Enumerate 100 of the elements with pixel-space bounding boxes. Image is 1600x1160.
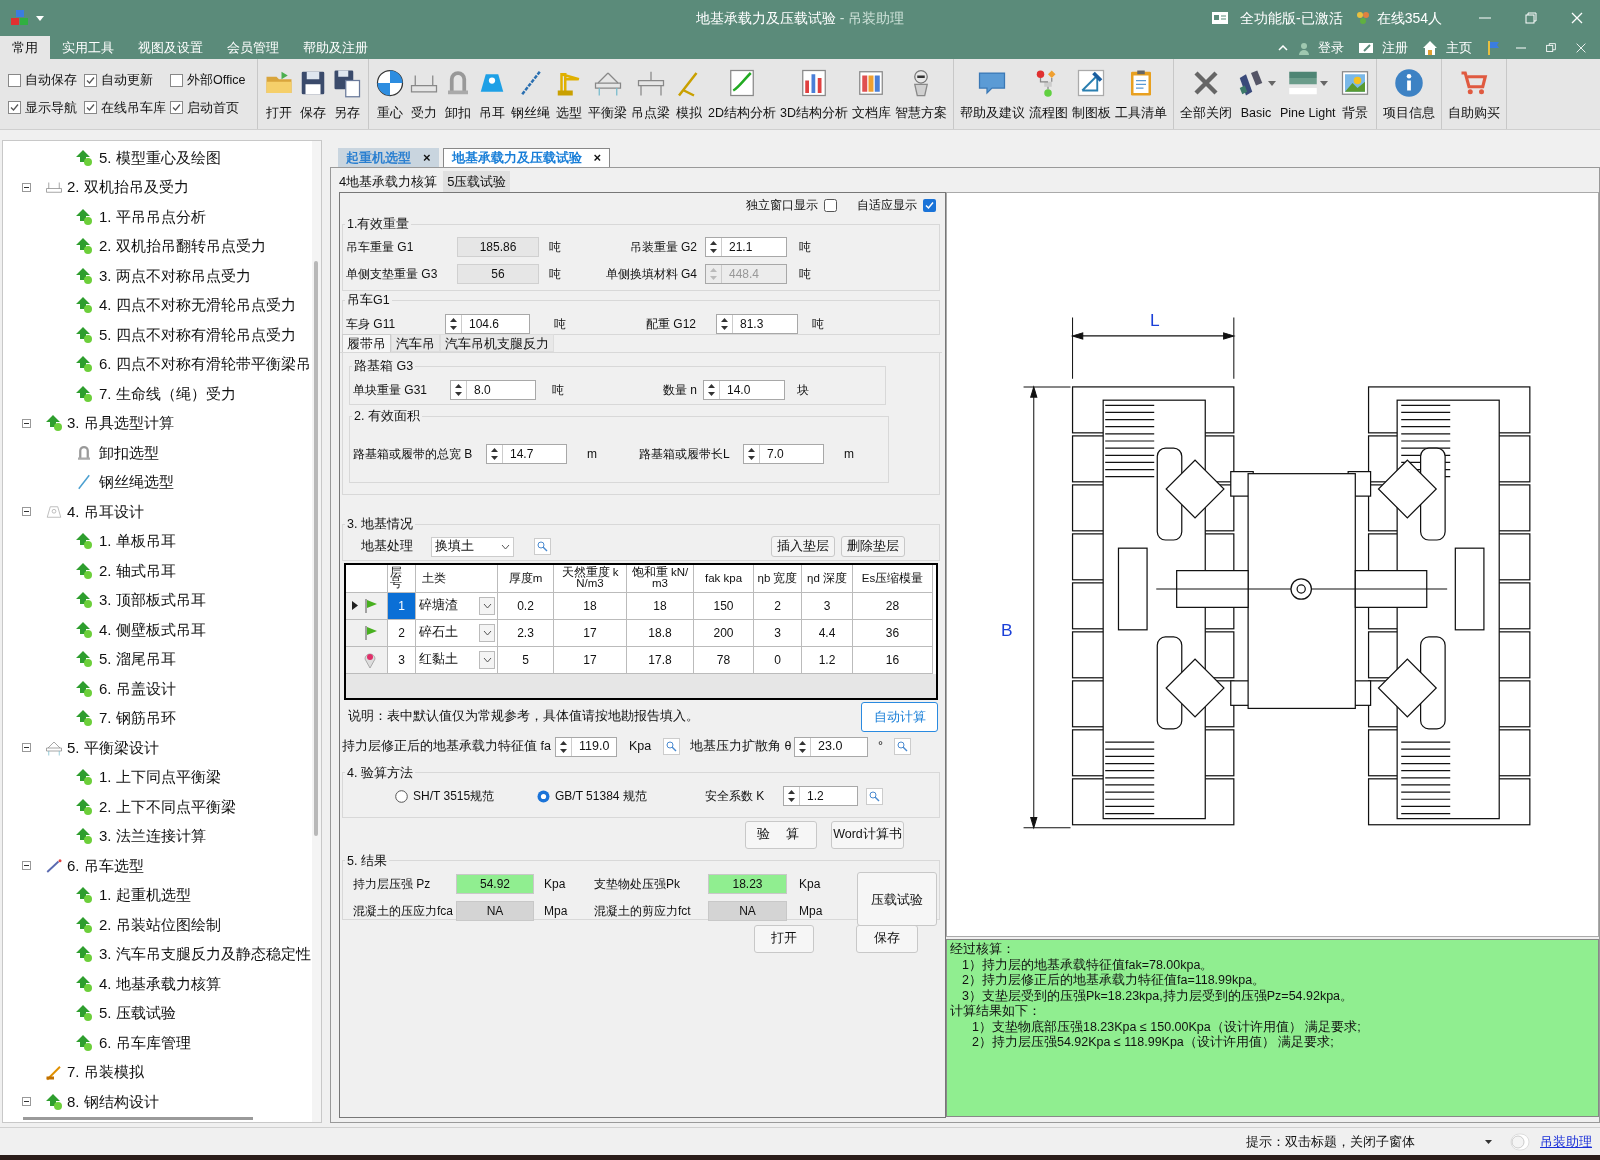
checkbox[interactable]: [824, 198, 837, 212]
ribbon-button[interactable]: 2D结构分析: [706, 59, 778, 129]
lookup-button[interactable]: [663, 738, 680, 755]
document-tab[interactable]: 地基承载力及压载试验 ×: [442, 148, 611, 167]
tree-item[interactable]: 3. 法兰连接计算: [99, 825, 206, 848]
menu-tab[interactable]: 常用: [0, 36, 50, 59]
tree-item[interactable]: 5. 模型重心及绘图: [99, 146, 221, 169]
tree-item[interactable]: 4. 吊耳设计: [67, 500, 144, 523]
table-cell[interactable]: 17: [554, 646, 627, 674]
tree-item[interactable]: 1. 单板吊耳: [99, 530, 176, 553]
tree-item[interactable]: 5. 平衡梁设计: [67, 736, 159, 759]
table-cell[interactable]: 200: [694, 619, 754, 647]
tree-item[interactable]: 4. 地基承载力核算: [99, 972, 221, 995]
ribbon-button[interactable]: 卸扣: [441, 59, 475, 129]
column-header[interactable]: 厚度m: [498, 564, 554, 593]
action-button[interactable]: Word计算书: [831, 820, 904, 849]
ribbon-button[interactable]: 保存: [296, 59, 330, 129]
tree-item[interactable]: 2. 双机抬吊及受力: [67, 176, 189, 199]
tree-item[interactable]: 5. 溜尾吊耳: [99, 648, 176, 671]
status-link[interactable]: 吊装助理: [1540, 1131, 1592, 1152]
tree-item[interactable]: 7. 钢筋吊环: [99, 707, 176, 730]
ribbon-button[interactable]: 工具清单: [1112, 59, 1169, 129]
lookup-button[interactable]: [894, 738, 911, 755]
column-header[interactable]: 土类: [416, 564, 498, 593]
ribbon-button[interactable]: 模拟: [672, 59, 706, 129]
scrollbar-thumb[interactable]: [314, 261, 318, 836]
table-cell[interactable]: 5: [498, 646, 554, 674]
table-cell[interactable]: 18.8: [627, 619, 694, 647]
number-spinner[interactable]: 81.3: [716, 313, 798, 334]
ribbon-button[interactable]: 另存: [330, 59, 364, 129]
document-tab[interactable]: 起重机选型 ×: [338, 148, 439, 167]
ribbon-button[interactable]: 平衡梁: [586, 59, 629, 129]
column-header[interactable]: Es压缩模量: [853, 564, 933, 593]
number-spinner[interactable]: 14.0: [703, 379, 785, 400]
ribbon-button[interactable]: 吊点梁: [629, 59, 672, 129]
tree-item[interactable]: 3. 顶部板式吊耳: [99, 589, 206, 612]
number-spinner[interactable]: 21.1: [705, 237, 787, 258]
account-link[interactable]: 注册: [1382, 37, 1408, 58]
table-cell[interactable]: 2: [754, 592, 802, 620]
tree-item[interactable]: 6. 吊盖设计: [99, 677, 176, 700]
column-header[interactable]: ηb 宽度: [754, 564, 802, 593]
ribbon-button[interactable]: Pine Light: [1277, 59, 1338, 129]
lookup-button[interactable]: [866, 787, 883, 805]
checkbox[interactable]: [8, 73, 21, 87]
tree-item[interactable]: 5. 四点不对称有滑轮吊点受力: [99, 323, 296, 346]
table-cell[interactable]: 0: [754, 646, 802, 674]
table-cell[interactable]: 1: [388, 592, 416, 620]
number-spinner[interactable]: 1.2: [783, 786, 858, 807]
number-spinner[interactable]: 104.6: [445, 313, 530, 334]
table-cell[interactable]: 18: [627, 592, 694, 620]
table-cell[interactable]: 16: [853, 646, 933, 674]
table-dropdown-cell[interactable]: 碎石土: [416, 619, 498, 647]
row-header-cell[interactable]: [346, 619, 388, 647]
ribbon-button[interactable]: 钢丝绳: [509, 59, 552, 129]
ribbon-button[interactable]: 全部关闭: [1177, 59, 1234, 129]
tab-close-button[interactable]: ×: [423, 147, 431, 168]
table-action-button[interactable]: 插入垫层: [771, 536, 835, 557]
tree-item[interactable]: 6. 吊车库管理: [99, 1031, 191, 1054]
ribbon-button[interactable]: 重心: [373, 59, 407, 129]
table-cell[interactable]: 2.3: [498, 619, 554, 647]
checkbox[interactable]: [84, 101, 97, 115]
tree-item[interactable]: 卸扣选型: [99, 441, 159, 464]
column-header[interactable]: ηd 深度: [802, 564, 853, 593]
column-header[interactable]: 天然重度 kN/m3: [554, 564, 627, 593]
file-button[interactable]: 打开: [754, 924, 814, 953]
ribbon-button[interactable]: 自助购买: [1445, 59, 1502, 129]
tree-item[interactable]: 6. 四点不对称有滑轮带平衡梁吊: [99, 353, 311, 376]
collapse-toggle-icon[interactable]: [22, 418, 31, 428]
collapse-toggle-icon[interactable]: [22, 507, 31, 517]
sub-tab[interactable]: 5压载试验: [443, 171, 511, 192]
ribbon-button[interactable]: 项目信息: [1380, 59, 1437, 129]
menu-tab[interactable]: 实用工具: [50, 36, 126, 59]
table-cell[interactable]: 36: [853, 619, 933, 647]
tree-item[interactable]: 7. 吊装模拟: [67, 1061, 144, 1084]
crawler-tab[interactable]: 履带吊: [342, 333, 391, 352]
table-cell[interactable]: 2: [388, 619, 416, 647]
table-cell[interactable]: 17.8: [627, 646, 694, 674]
table-cell[interactable]: 3: [754, 619, 802, 647]
tree-item[interactable]: 钢丝绳选型: [99, 471, 174, 494]
table-cell[interactable]: 0.2: [498, 592, 554, 620]
table-cell[interactable]: 78: [694, 646, 754, 674]
ribbon-button[interactable]: 制图板: [1069, 59, 1113, 129]
crawler-tab[interactable]: 汽车吊机支腿反力: [440, 333, 554, 352]
table-action-button[interactable]: 删除垫层: [841, 536, 905, 557]
checkbox[interactable]: [170, 73, 183, 87]
tree-item[interactable]: 3. 汽车吊支腿反力及静态稳定性: [99, 943, 311, 966]
auto-calculate-button[interactable]: 自动计算: [861, 701, 938, 732]
column-header[interactable]: 层号: [388, 564, 416, 593]
menu-tab[interactable]: 视图及设置: [126, 36, 215, 59]
menu-tab[interactable]: 帮助及注册: [291, 36, 380, 59]
table-cell[interactable]: 28: [853, 592, 933, 620]
tree-item[interactable]: 1. 平吊吊点分析: [99, 205, 206, 228]
tree-item[interactable]: 1. 上下同点平衡梁: [99, 766, 221, 789]
ribbon-button[interactable]: 帮助及建议: [957, 59, 1027, 129]
account-link[interactable]: 主页: [1446, 37, 1472, 58]
tree-item[interactable]: 2. 轴式吊耳: [99, 559, 176, 582]
menu-tab[interactable]: 会员管理: [215, 36, 291, 59]
table-cell[interactable]: 150: [694, 592, 754, 620]
table-cell[interactable]: 3: [388, 646, 416, 674]
ribbon-button[interactable]: 受力: [407, 59, 441, 129]
